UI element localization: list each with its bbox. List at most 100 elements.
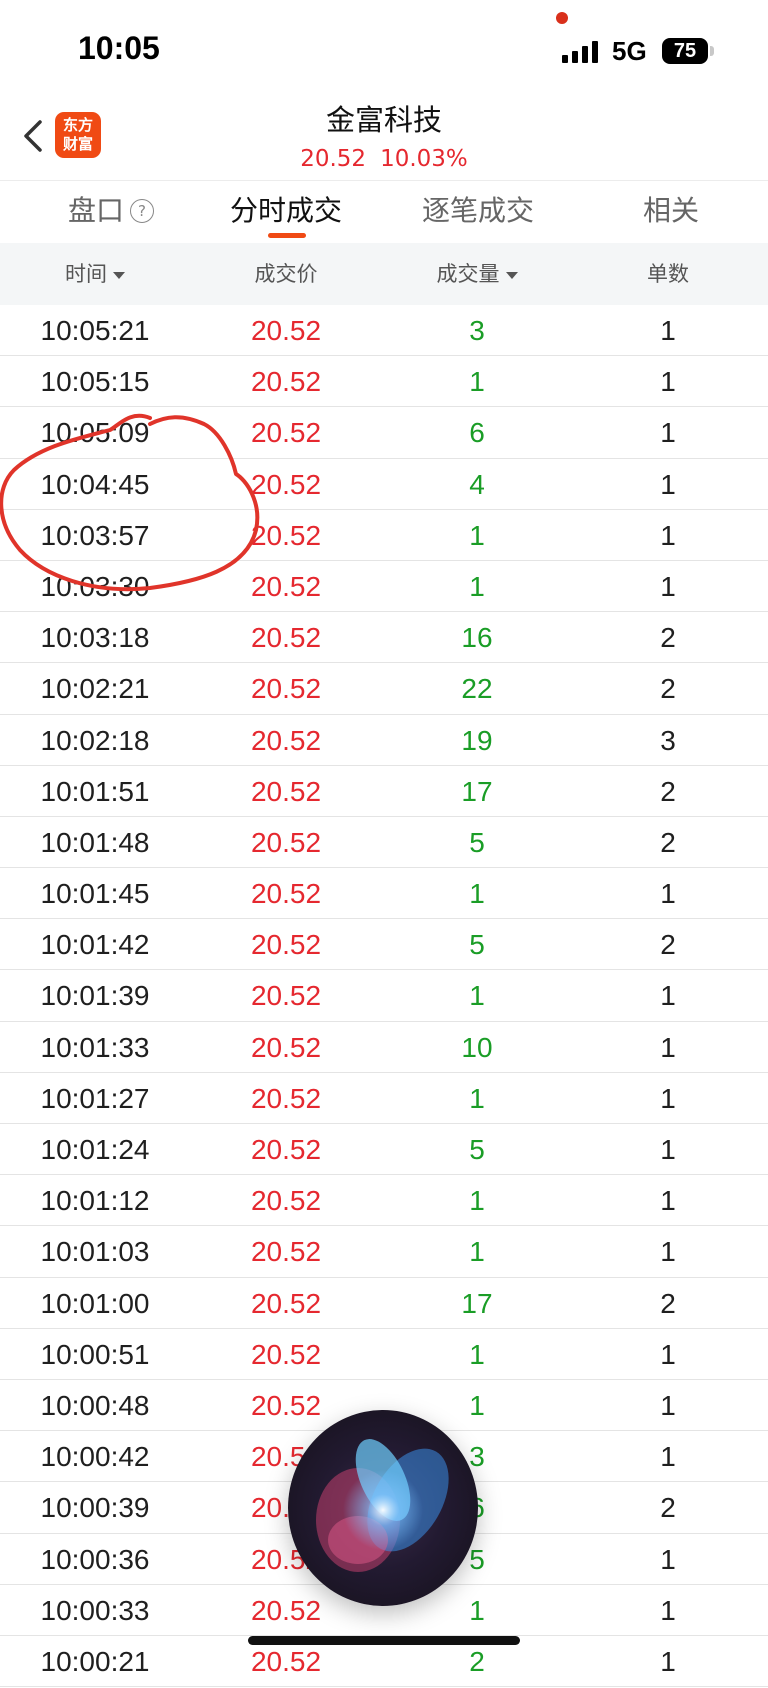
siri-glow-icon	[316, 1439, 449, 1572]
home-indicator[interactable]	[248, 1636, 520, 1645]
trade-time: 10:01:42	[40, 929, 150, 961]
trade-volume: 16	[461, 622, 493, 654]
table-row[interactable]: 10:02:21 20.52 22 2	[0, 663, 768, 715]
trade-time: 10:01:33	[40, 1031, 150, 1063]
table-row[interactable]: 10:01:03 20.52 1 1	[0, 1226, 768, 1278]
column-count: 单数	[573, 243, 763, 305]
table-row[interactable]: 10:01:39 20.52 1 1	[0, 970, 768, 1022]
table-row[interactable]: 10:05:15 20.52 1 1	[0, 356, 768, 408]
trade-price: 20.52	[250, 1287, 322, 1319]
trade-volume: 1	[469, 878, 485, 910]
trade-count: 2	[660, 1492, 676, 1524]
trade-count: 2	[660, 673, 676, 705]
trade-price: 20.52	[250, 1185, 322, 1217]
trade-count: 1	[660, 878, 676, 910]
trade-time: 10:02:18	[40, 724, 150, 756]
trade-count: 3	[660, 724, 676, 756]
table-row[interactable]: 10:01:42 20.52 5 2	[0, 919, 768, 971]
table-row[interactable]: 10:01:51 20.52 17 2	[0, 766, 768, 817]
table-row[interactable]: 10:01:27 20.52 1 1	[0, 1073, 768, 1124]
table-row[interactable]: 10:05:09 20.52 6 1	[0, 407, 768, 459]
recording-indicator-icon	[556, 12, 568, 24]
table-row[interactable]: 10:02:18 20.52 19 3	[0, 715, 768, 766]
trade-count: 2	[660, 826, 676, 858]
table-row[interactable]: 10:01:12 20.52 1 1	[0, 1175, 768, 1227]
tab-label: 盘口	[68, 194, 125, 227]
stock-quote: 20.52 10.03%	[0, 144, 768, 174]
trade-time: 10:01:48	[40, 826, 150, 858]
siri-orb-icon[interactable]	[288, 1410, 478, 1606]
active-tab-indicator	[268, 233, 306, 238]
table-row[interactable]: 10:03:57 20.52 1 1	[0, 510, 768, 561]
sort-caret-icon	[113, 271, 125, 279]
trade-volume: 22	[461, 673, 493, 705]
tab-minute-trades[interactable]: 分时成交	[230, 193, 342, 229]
trade-time: 10:03:57	[40, 519, 150, 551]
column-count-label: 单数	[647, 262, 689, 286]
trade-volume: 1	[469, 1338, 485, 1370]
trade-count: 2	[660, 622, 676, 654]
table-row[interactable]: 10:01:00 20.52 17 2	[0, 1278, 768, 1329]
trade-time: 10:02:21	[40, 673, 150, 705]
logo-line-2: 财富	[62, 135, 93, 153]
trade-time: 10:01:03	[40, 1236, 150, 1268]
trade-price: 20.52	[250, 673, 322, 705]
trade-time: 10:00:33	[40, 1594, 150, 1626]
battery-cap-icon	[710, 46, 714, 56]
trade-time: 10:03:30	[40, 570, 150, 602]
trade-count: 2	[660, 1287, 676, 1319]
trade-time: 10:00:39	[40, 1492, 150, 1524]
tab-order-book[interactable]: 盘口?	[68, 193, 155, 229]
tab-tick-trades[interactable]: 逐笔成交	[422, 193, 534, 229]
table-row[interactable]: 10:00:51 20.52 1 1	[0, 1329, 768, 1380]
tab-bar: 盘口? 分时成交 逐笔成交 相关	[0, 180, 768, 242]
trade-volume: 1	[469, 1236, 485, 1268]
table-row[interactable]: 10:01:48 20.52 5 2	[0, 817, 768, 869]
trade-price: 20.52	[250, 775, 322, 807]
table-row[interactable]: 10:03:30 20.52 1 1	[0, 561, 768, 613]
trade-volume: 19	[461, 724, 493, 756]
trade-count: 1	[660, 468, 676, 500]
trade-count: 1	[660, 1134, 676, 1165]
trade-price: 20.52	[250, 1338, 322, 1370]
table-row[interactable]: 10:01:24 20.52 5 1	[0, 1124, 768, 1176]
trade-volume: 3	[469, 315, 485, 346]
trade-price: 20.52	[250, 1236, 322, 1268]
sort-caret-icon	[505, 271, 518, 279]
trade-time: 10:01:12	[40, 1185, 150, 1217]
trade-price: 20.52	[250, 417, 322, 449]
column-time[interactable]: 时间	[0, 243, 190, 305]
trade-volume: 5	[469, 929, 485, 961]
table-row[interactable]: 10:03:18 20.52 16 2	[0, 612, 768, 664]
trade-volume: 1	[469, 1185, 485, 1217]
trade-count: 1	[660, 417, 676, 449]
trade-volume: 6	[469, 417, 485, 449]
trade-volume: 1	[469, 366, 485, 398]
trade-volume: 5	[469, 1134, 485, 1165]
tab-related[interactable]: 相关	[643, 193, 699, 229]
table-row[interactable]: 10:01:33 20.52 10 1	[0, 1022, 768, 1073]
cellular-signal-icon	[562, 41, 600, 63]
trade-count: 1	[660, 1236, 676, 1268]
trade-time: 10:05:15	[40, 366, 150, 398]
trade-count: 1	[660, 315, 676, 346]
trade-time: 10:03:18	[40, 622, 150, 654]
trade-price: 20.52	[250, 980, 322, 1012]
help-icon[interactable]: ?	[130, 199, 155, 223]
trade-price: 20.52	[250, 468, 322, 500]
table-row[interactable]: 10:05:21 20.52 3 1	[0, 305, 768, 357]
column-volume[interactable]: 成交量	[382, 243, 572, 305]
trade-time: 10:01:24	[40, 1134, 150, 1165]
back-button[interactable]	[14, 114, 54, 158]
trade-volume: 1	[469, 519, 485, 551]
trade-volume: 4	[469, 468, 485, 500]
trade-price: 20.52	[250, 1031, 322, 1063]
column-price: 成交价	[191, 243, 381, 305]
table-row[interactable]: 10:04:45 20.52 4 1	[0, 459, 768, 510]
trade-price: 20.52	[250, 315, 322, 346]
table-row[interactable]: 10:01:45 20.52 1 1	[0, 868, 768, 920]
trade-count: 1	[660, 1338, 676, 1370]
trade-time: 10:01:51	[40, 775, 150, 807]
trade-volume: 5	[469, 826, 485, 858]
trade-count: 2	[660, 929, 676, 961]
